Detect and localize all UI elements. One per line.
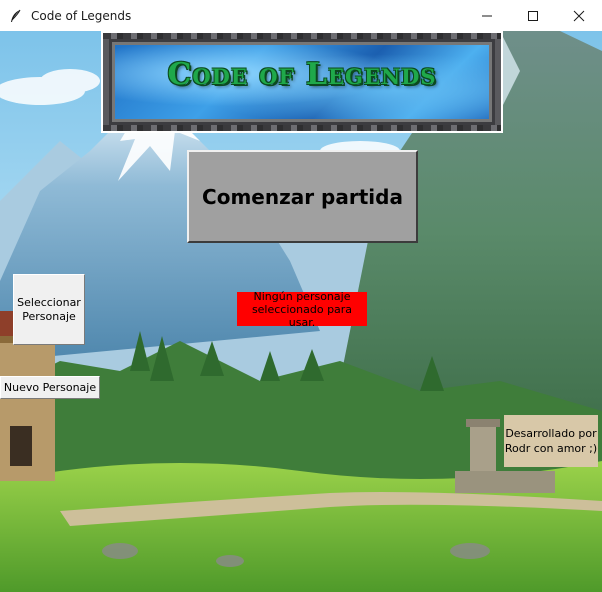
close-icon xyxy=(573,10,585,21)
minimize-icon xyxy=(482,15,492,16)
title-bar: Code of Legends xyxy=(0,0,602,32)
minimize-button[interactable] xyxy=(464,0,510,31)
no-character-status-label: Ningún personaje seleccionado para usar. xyxy=(237,290,367,329)
window-title: Code of Legends xyxy=(31,8,132,23)
game-logo: Code of Legends xyxy=(101,31,503,133)
select-character-button[interactable]: Seleccionar Personaje xyxy=(13,274,85,345)
maximize-icon xyxy=(528,10,538,21)
feather-icon xyxy=(11,9,21,22)
close-button[interactable] xyxy=(556,0,602,31)
game-scene: Code of Legends Comenzar partida Selecci… xyxy=(0,31,602,592)
maximize-button[interactable] xyxy=(510,0,556,31)
logo-title: Code of Legends xyxy=(167,57,437,92)
logo-banner: Code of Legends xyxy=(103,33,501,131)
start-game-button[interactable]: Comenzar partida xyxy=(187,150,418,243)
credits-label: Desarrollado por Rodr con amor ;) xyxy=(504,415,598,467)
new-character-button[interactable]: Nuevo Personaje xyxy=(0,376,100,399)
